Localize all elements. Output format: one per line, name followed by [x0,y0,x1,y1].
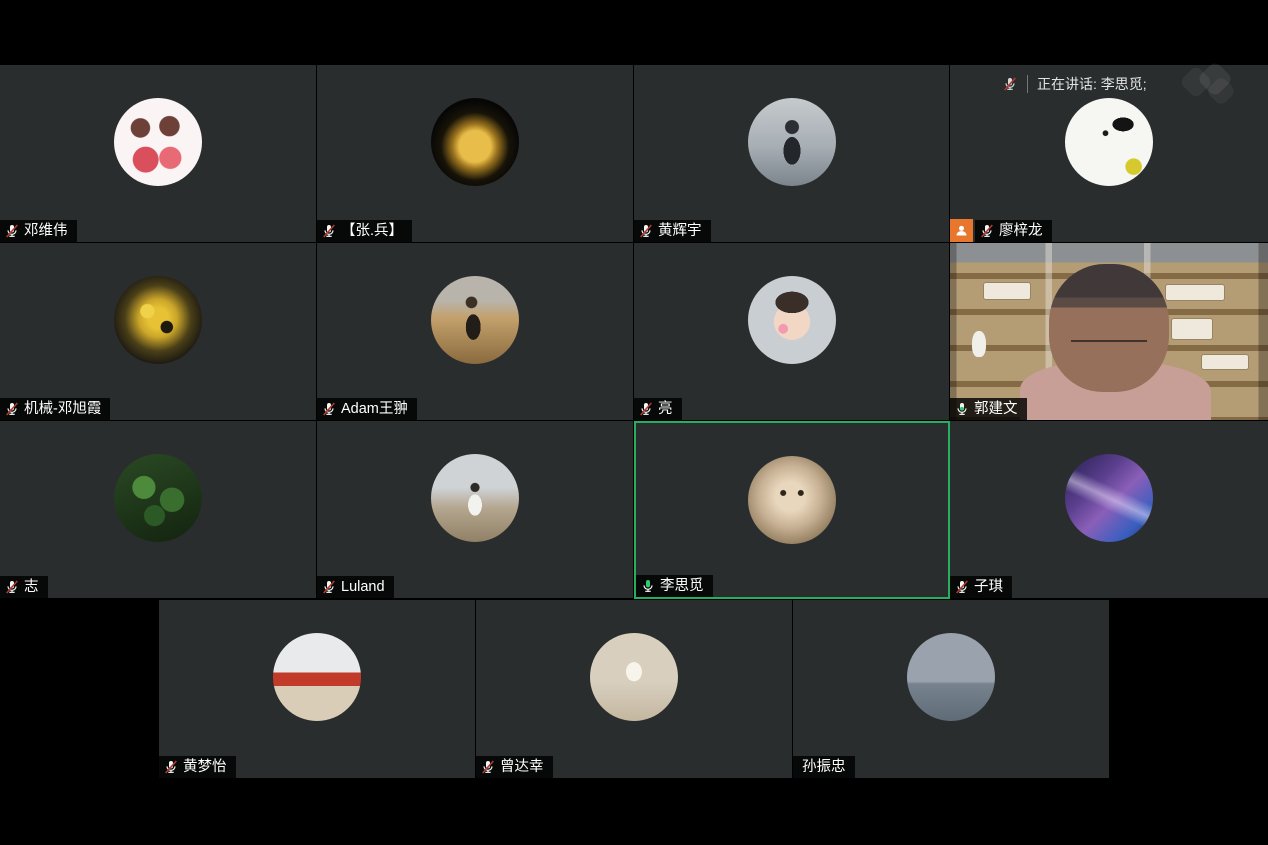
nameplate: 郭建文 [950,398,1027,420]
participant-tile[interactable]: 孙振忠 [793,600,1109,778]
avatar [590,633,678,721]
avatar [748,98,836,186]
avatar [273,633,361,721]
avatar [1065,454,1153,542]
participant-name: Adam王翀 [341,398,408,420]
mic-muted-icon [321,401,337,417]
nameplate: 邓维伟 [0,220,77,242]
participant-tile[interactable]: 志 [0,421,316,598]
participant-tile-active-speaker[interactable]: 李思觅 [634,421,950,599]
mic-muted-icon [638,401,654,417]
participant-name: 黄梦怡 [183,756,227,778]
book-decor [984,283,1030,299]
mic-muted-icon [4,401,20,417]
mic-muted-icon [4,223,20,239]
nameplate: 曾达幸 [476,756,553,778]
participant-name: 志 [24,576,39,598]
nameplate: 子琪 [950,576,1012,598]
participant-name: 黄辉宇 [658,220,702,242]
book-decor [1172,319,1212,339]
mic-muted-icon [954,579,970,595]
meeting-window: 邓维伟 【张.兵】 黄辉宇 廖梓龙 机械-邓旭霞 [0,0,1268,845]
meeting-logo-watermark [1180,64,1240,106]
speaking-indicator: 正在讲话: 李思觅; [1002,71,1147,97]
avatar [1065,98,1153,186]
nameplate: 廖梓龙 [975,220,1052,242]
participant-tile[interactable]: 郭建文 [950,243,1268,420]
participant-name: 机械-邓旭霞 [24,398,101,420]
participant-name: 李思觅 [660,575,704,597]
participant-name: 邓维伟 [24,220,68,242]
video-feed [950,243,1268,420]
participant-name: 廖梓龙 [999,220,1043,242]
avatar [748,276,836,364]
participant-tile[interactable]: 邓维伟 [0,65,316,242]
avatar [114,276,202,364]
participant-tile[interactable]: Adam王翀 [317,243,633,420]
host-badge-icon [950,219,973,242]
vase-decor [972,331,986,357]
nameplate: 【张.兵】 [317,220,412,242]
nameplate: 黄梦怡 [159,756,236,778]
participant-tile[interactable]: 黄梦怡 [159,600,475,778]
participant-tile[interactable]: Luland [317,421,633,598]
participant-tile[interactable]: 【张.兵】 [317,65,633,242]
divider [1027,75,1028,93]
book-decor [1202,355,1248,369]
mic-muted-icon [321,223,337,239]
mic-muted-icon [321,579,337,595]
nameplate: Luland [317,576,394,598]
nameplate: 李思觅 [636,575,713,597]
avatar [431,454,519,542]
nameplate: 志 [0,576,48,598]
mic-muted-icon [979,223,995,239]
participant-name: Luland [341,576,385,598]
nameplate: 孙振忠 [793,756,855,778]
mic-muted-icon [1002,76,1018,93]
avatar [114,454,202,542]
participant-tile[interactable]: 黄辉宇 [634,65,949,242]
participant-tile[interactable]: 曾达幸 [476,600,792,778]
participant-name: 亮 [658,398,673,420]
participant-tile[interactable]: 亮 [634,243,949,420]
nameplate: 亮 [634,398,682,420]
avatar [431,276,519,364]
mic-muted-icon [480,759,496,775]
participant-name: 子琪 [974,576,1003,598]
avatar [907,633,995,721]
participant-name: 曾达幸 [500,756,544,778]
mic-on-icon [954,401,970,417]
participant-name: 【张.兵】 [341,220,403,242]
person-glasses [1071,328,1147,342]
mic-muted-icon [4,579,20,595]
mic-active-icon [640,578,656,594]
participant-name: 孙振忠 [802,756,846,778]
avatar [748,456,836,544]
mic-muted-icon [163,759,179,775]
nameplate: 机械-邓旭霞 [0,398,110,420]
participant-tile[interactable]: 子琪 [950,421,1268,598]
book-decor [1166,285,1224,300]
avatar [114,98,202,186]
nameplate: 黄辉宇 [634,220,711,242]
avatar [431,98,519,186]
nameplate: Adam王翀 [317,398,417,420]
participant-tile[interactable]: 机械-邓旭霞 [0,243,316,420]
mic-muted-icon [638,223,654,239]
speaking-indicator-text: 正在讲话: 李思觅; [1037,74,1147,94]
participant-name: 郭建文 [974,398,1018,420]
